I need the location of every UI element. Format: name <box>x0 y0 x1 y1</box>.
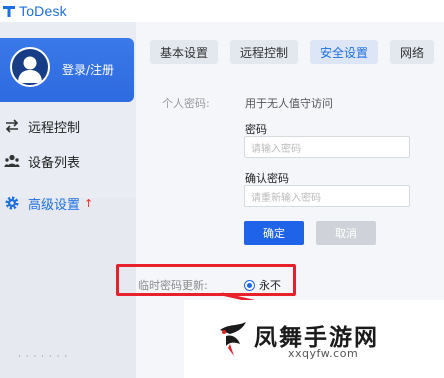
radio-label: 永不 <box>259 279 281 292</box>
watermark: 凤舞手游网 xxqyfw.com <box>184 300 444 378</box>
phoenix-logo-icon <box>220 322 246 356</box>
sidebar: 登录/注册 远程控制 设备列表 高级设置 ↑ <box>0 22 136 378</box>
confirm-button[interactable]: 确定 <box>244 221 304 245</box>
tab-network[interactable]: 网络 <box>390 40 435 64</box>
login-register-label: 登录/注册 <box>62 63 115 77</box>
title-bar: ToDesk <box>0 0 444 22</box>
users-icon <box>4 153 20 169</box>
todesk-logo-icon <box>3 6 15 17</box>
tab-security-settings[interactable]: 安全设置 <box>310 40 379 64</box>
personal-password-label: 个人密码: <box>162 97 210 110</box>
tab-remote-control[interactable]: 远程控制 <box>230 40 299 64</box>
password-title: 密码 <box>245 123 267 136</box>
app-brand: ToDesk <box>2 3 67 19</box>
user-avatar-icon <box>18 56 42 83</box>
confirm-password-field[interactable]: 请重新输入密码 <box>244 185 410 207</box>
sidebar-item-remote-control[interactable]: 远程控制 <box>0 112 136 140</box>
login-card[interactable]: 登录/注册 <box>0 38 134 102</box>
sidebar-item-advanced-settings[interactable]: 高级设置 ↑ <box>0 189 136 217</box>
settings-tabs: 基本设置 远程控制 安全设置 网络 <box>150 40 435 66</box>
gear-icon <box>4 195 20 211</box>
sidebar-bottom-faded-text: · · · · · · · <box>18 352 69 362</box>
password-field[interactable]: 请输入密码 <box>244 136 410 158</box>
watermark-url: xxqyfw.com <box>288 347 359 360</box>
upgrade-arrow-icon: ↑ <box>84 196 94 210</box>
avatar <box>10 47 50 87</box>
sidebar-item-label: 设备列表 <box>28 155 81 171</box>
sidebar-item-label: 高级设置 <box>28 197 81 213</box>
sidebar-item-device-list[interactable]: 设备列表 <box>0 147 136 175</box>
temp-password-update-label: 临时密码更新: <box>138 279 208 292</box>
personal-password-hint: 用于无人值守访问 <box>245 97 333 110</box>
temp-password-never-radio[interactable]: 永不 <box>244 277 281 293</box>
app-title: ToDesk <box>19 3 67 19</box>
tab-basic-settings[interactable]: 基本设置 <box>150 40 219 64</box>
swap-arrows-icon <box>4 118 20 134</box>
sidebar-item-label: 远程控制 <box>28 120 81 136</box>
radio-selected-icon <box>244 279 255 291</box>
cancel-button[interactable]: 取消 <box>316 221 376 245</box>
confirm-password-title: 确认密码 <box>245 172 289 185</box>
